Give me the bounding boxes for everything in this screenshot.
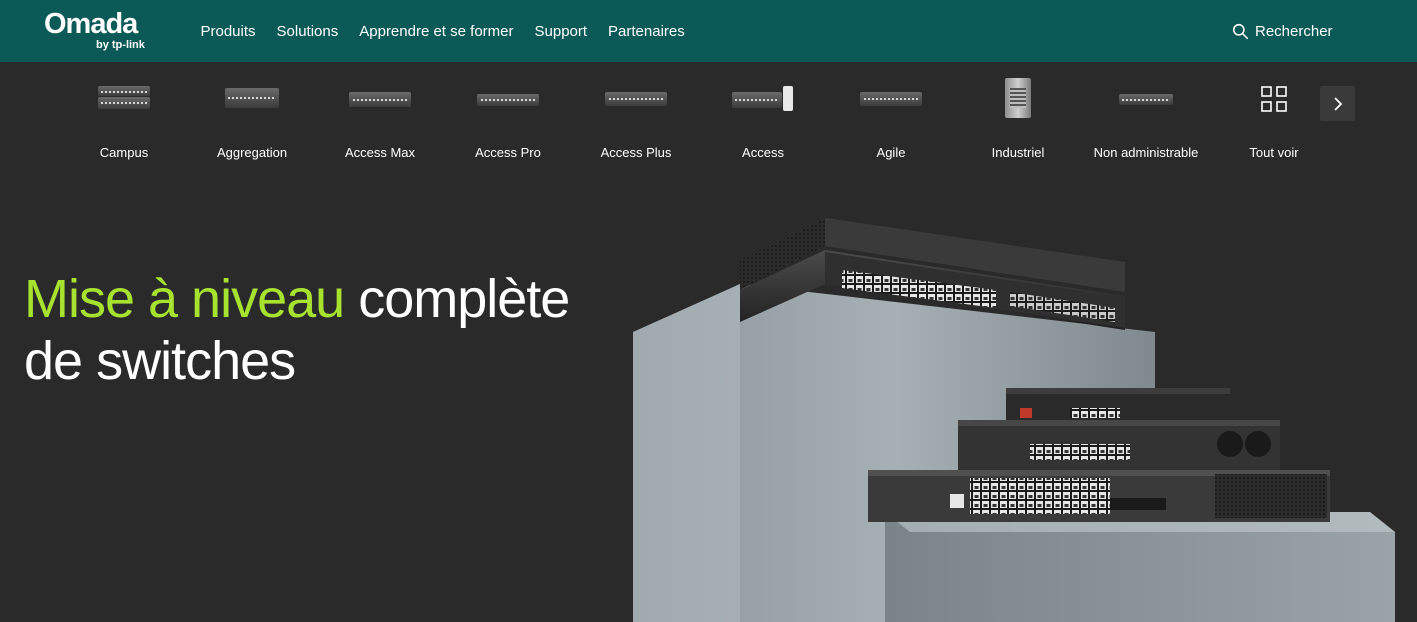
category-tout-voir[interactable]: Tout voir	[1214, 76, 1334, 160]
hero-title-line2: de switches	[24, 331, 296, 391]
hero-title: Mise à niveau complète de switches	[24, 268, 570, 392]
switch-icon	[477, 86, 539, 110]
switch-icon	[98, 86, 150, 110]
category-non-administrable[interactable]: Non administrable	[1086, 76, 1206, 160]
search-label: Rechercher	[1255, 22, 1333, 40]
hero-switches-image	[633, 218, 1395, 622]
switch-icon	[605, 86, 667, 110]
category-label: Access	[742, 145, 784, 160]
logo-subtitle: by tp-link	[96, 39, 145, 51]
top-nav-bar: Omada by tp-link Produits Solutions Appr…	[0, 0, 1417, 62]
category-label: Non administrable	[1093, 145, 1199, 160]
industrial-switch-icon	[1003, 78, 1033, 120]
switch-icon	[860, 86, 922, 110]
logo-wordmark: Omada	[44, 8, 138, 40]
category-label: Agile	[876, 145, 906, 160]
main-nav: Produits Solutions Apprendre et se forme…	[190, 0, 695, 62]
switch-icon	[225, 86, 279, 110]
category-next-button[interactable]	[1320, 86, 1355, 121]
category-aggregation[interactable]: Aggregation	[192, 76, 312, 160]
switch-icon	[732, 86, 794, 112]
nav-item-partenaires[interactable]: Partenaires	[598, 23, 696, 40]
category-label: Industriel	[991, 145, 1045, 160]
chevron-right-icon	[1333, 96, 1342, 111]
category-access-pro[interactable]: Access Pro	[448, 76, 568, 160]
search-icon	[1232, 23, 1249, 39]
category-label: Access Pro	[475, 145, 541, 160]
category-label: Tout voir	[1249, 145, 1299, 160]
nav-item-solutions[interactable]: Solutions	[266, 23, 349, 40]
category-label: Aggregation	[216, 145, 288, 160]
category-access-max[interactable]: Access Max	[320, 76, 440, 160]
nav-item-produits[interactable]: Produits	[190, 23, 266, 40]
category-campus[interactable]: Campus	[64, 76, 184, 160]
category-agile[interactable]: Agile	[831, 76, 951, 160]
search-button[interactable]: Rechercher	[1232, 0, 1333, 62]
category-bar: Campus Aggregation Access Max Access Pro…	[0, 62, 1417, 164]
omada-logo[interactable]: Omada by tp-link	[44, 9, 154, 53]
category-label: Campus	[99, 145, 149, 160]
category-label: Access Plus	[600, 145, 672, 160]
category-industriel[interactable]: Industriel	[958, 76, 1078, 160]
switch-icon	[349, 86, 411, 110]
hero-title-rest: complète	[344, 269, 570, 329]
category-access-plus[interactable]: Access Plus	[576, 76, 696, 160]
category-label: Access Max	[344, 145, 416, 160]
grid-icon	[1261, 86, 1287, 112]
nav-item-support[interactable]: Support	[524, 23, 598, 40]
switch-icon	[1119, 86, 1173, 110]
category-access[interactable]: Access	[703, 76, 823, 160]
nav-item-apprendre[interactable]: Apprendre et se former	[349, 23, 524, 40]
hero-title-highlight: Mise à niveau	[24, 269, 345, 329]
